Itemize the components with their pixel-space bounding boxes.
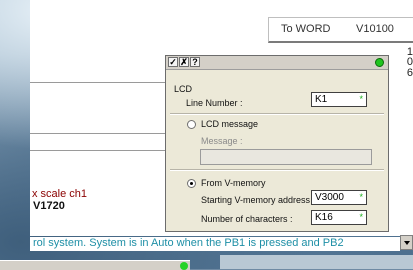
message-label: Message : (201, 136, 243, 146)
start-address-field[interactable]: V3000 * (311, 190, 367, 205)
required-marker: * (359, 94, 363, 104)
line-number-field[interactable]: K1 * (311, 92, 367, 107)
required-marker: * (359, 212, 363, 222)
cancel-icon[interactable]: ✗ (179, 57, 189, 67)
rung-divider (30, 133, 165, 134)
rung-comment: rol system. System is in Auto when the P… (30, 237, 400, 251)
taskbar-strip (220, 255, 413, 269)
to-word-instruction[interactable]: To WORD V10100 (268, 17, 413, 43)
edge-value: 6 (406, 67, 413, 79)
status-led-icon (375, 58, 384, 67)
section-title: LCD (174, 84, 193, 94)
line-number-value: K1 (315, 94, 328, 105)
accept-icon[interactable]: ✓ (168, 57, 178, 67)
scale-label: x scale ch1 (32, 188, 88, 200)
to-word-value: V10100 (356, 23, 394, 35)
rung-divider (30, 150, 165, 151)
to-word-label: To WORD (281, 23, 331, 35)
num-chars-label: Number of characters : (201, 214, 293, 224)
start-address-label: Starting V-memory address : (201, 195, 316, 205)
line-number-label: Line Number : (186, 98, 243, 108)
lcd-dialog: ✓ ✗ ? LCD Line Number : K1 * LCD message… (165, 55, 389, 232)
vmemory-address-label: V1720 (33, 200, 65, 212)
required-marker: * (359, 192, 363, 202)
num-chars-field[interactable]: K16 * (311, 210, 367, 225)
from-vmemory-radio[interactable] (187, 179, 196, 188)
from-vmemory-label[interactable]: From V-memory (201, 178, 266, 188)
help-icon[interactable]: ? (190, 57, 200, 67)
divider (170, 113, 384, 115)
scroll-down-button[interactable] (400, 235, 413, 250)
lcd-message-label[interactable]: LCD message (201, 119, 258, 129)
lcd-message-radio[interactable] (187, 120, 196, 129)
start-address-value: V3000 (315, 192, 344, 203)
rung-divider (30, 82, 165, 83)
message-input[interactable] (200, 149, 372, 165)
num-chars-value: K16 (315, 212, 333, 223)
dialog-toolbar: ✓ ✗ ? (166, 56, 388, 70)
divider (170, 169, 384, 171)
